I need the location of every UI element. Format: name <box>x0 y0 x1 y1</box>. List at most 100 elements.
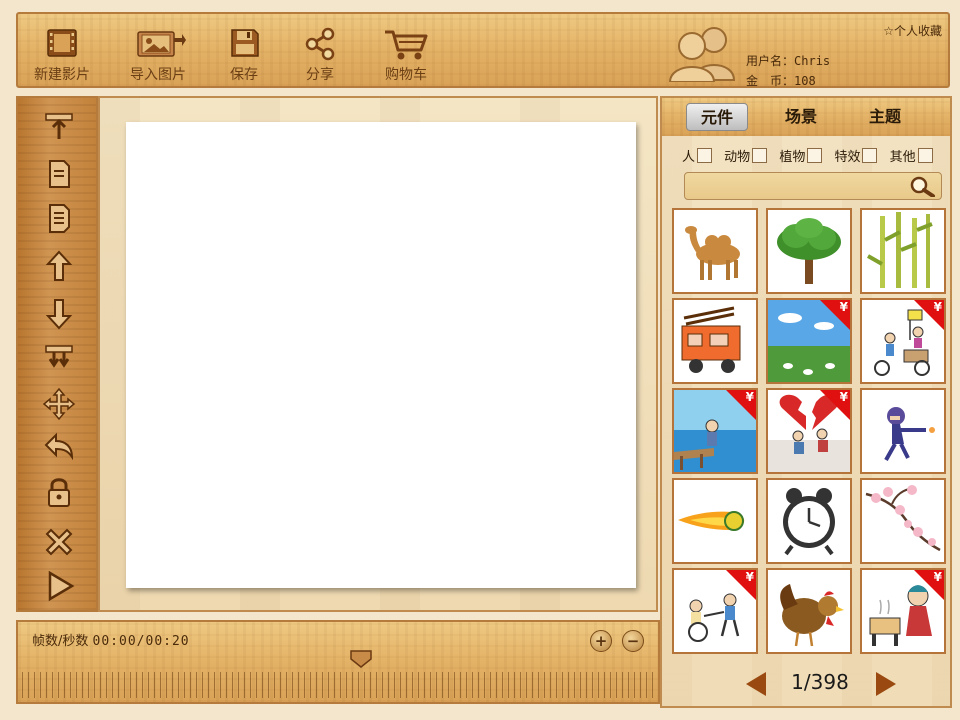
stage-canvas[interactable] <box>126 122 636 588</box>
arrow-up-icon <box>45 250 73 281</box>
import-image-button[interactable]: 导入图片 <box>118 24 198 90</box>
tab-scenes[interactable]: 场景 <box>770 103 832 131</box>
category-filters: 人 动物 植物 特效 其他 <box>682 146 941 165</box>
filter-checkbox[interactable] <box>807 148 823 163</box>
asset-broken-heart-scene[interactable]: ¥ <box>766 388 852 474</box>
asset-peach-blossom[interactable] <box>860 478 946 564</box>
arrow-down-icon <box>45 299 73 330</box>
next-page-icon[interactable] <box>874 670 898 698</box>
cart-label: 购物车 <box>385 67 427 83</box>
top-toolbar: 新建影片 导入图片 保存 分享 购物车 用户名：Chris 金 币：108 ☆个… <box>16 12 950 88</box>
page-indicator: 1/398 <box>791 670 849 694</box>
share-button[interactable]: 分享 <box>280 24 360 90</box>
zoom-in-button[interactable]: + <box>590 630 612 652</box>
username-value: Chris <box>794 54 831 68</box>
price-tag-label: ¥ <box>933 570 942 584</box>
search-input[interactable] <box>691 176 905 198</box>
stage-area <box>98 96 658 612</box>
zoom-out-button[interactable]: − <box>622 630 644 652</box>
price-tag-label: ¥ <box>933 300 942 314</box>
favorites-link[interactable]: ☆个人收藏 <box>883 22 942 39</box>
asset-panel: 元件 场景 主题 人 动物 植物 特效 其他 ¥ ¥ ¥ ¥ ¥ ¥ 1/398 <box>660 96 952 708</box>
asset-pier-scene[interactable]: ¥ <box>672 388 758 474</box>
move-down-button[interactable] <box>34 294 84 334</box>
import-image-label: 导入图片 <box>130 67 186 83</box>
minus-icon: − <box>626 632 640 650</box>
filter-label: 动物 <box>724 150 751 165</box>
alarm-clock-thumbnail <box>783 488 835 556</box>
fire-truck-thumbnail <box>681 306 741 373</box>
asset-grassland-scene[interactable]: ¥ <box>766 298 852 384</box>
asset-tree[interactable] <box>766 208 852 294</box>
price-tag-label: ¥ <box>839 300 848 314</box>
shopping-cart-icon <box>385 30 428 60</box>
bamboo-thumbnail <box>867 212 933 288</box>
left-toolbar <box>16 96 98 612</box>
filter-people[interactable]: 人 <box>682 146 713 165</box>
filter-effects[interactable]: 特效 <box>834 146 878 165</box>
layer-up-button[interactable] <box>34 154 84 194</box>
new-movie-label: 新建影片 <box>34 67 90 83</box>
lock-button[interactable] <box>34 472 84 512</box>
ninja-thumbnail <box>884 407 935 461</box>
bring-to-top-button[interactable] <box>34 106 84 146</box>
save-button[interactable]: 保存 <box>204 24 284 90</box>
coins-row: 金 币：108 <box>746 72 816 89</box>
asset-camel[interactable] <box>672 208 758 294</box>
move-arrows-icon <box>42 387 76 421</box>
layer-down-page-icon <box>49 204 70 233</box>
send-to-bottom-button[interactable] <box>34 338 84 378</box>
rooster-thumbnail <box>780 584 844 647</box>
move-button[interactable] <box>34 384 84 424</box>
undo-button[interactable] <box>34 428 84 468</box>
share-icon <box>305 27 335 61</box>
filter-animals[interactable]: 动物 <box>724 146 768 165</box>
asset-fireball[interactable] <box>672 478 758 564</box>
asset-rooster[interactable] <box>766 568 852 654</box>
asset-running-ninja[interactable] <box>860 388 946 474</box>
share-label: 分享 <box>306 67 334 83</box>
filter-label: 人 <box>682 150 696 165</box>
layer-down-button[interactable] <box>34 198 84 238</box>
cart-button[interactable]: 购物车 <box>366 24 446 90</box>
filter-checkbox[interactable] <box>752 148 768 163</box>
fps-label: 帧数/秒数 <box>32 634 89 649</box>
filter-label: 特效 <box>834 150 861 165</box>
timeline-ruler[interactable] <box>22 672 654 698</box>
search-icon[interactable] <box>907 175 937 197</box>
filter-checkbox[interactable] <box>917 148 933 163</box>
filter-label: 其他 <box>889 150 916 165</box>
timeline: 帧数/秒数 00:00/00:20 + − <box>16 620 660 704</box>
pagination: 1/398 <box>662 666 950 700</box>
asset-fire-truck[interactable] <box>672 298 758 384</box>
undo-arrow-icon <box>44 432 74 461</box>
new-movie-button[interactable]: 新建影片 <box>22 24 102 90</box>
play-button[interactable] <box>34 566 84 606</box>
asset-grid: ¥ ¥ ¥ ¥ ¥ ¥ <box>672 208 946 658</box>
asset-bamboo[interactable] <box>860 208 946 294</box>
filter-checkbox[interactable] <box>862 148 878 163</box>
bring-to-top-icon <box>45 113 73 139</box>
film-icon <box>47 29 77 57</box>
price-tag-label: ¥ <box>839 390 848 404</box>
asset-tricycle-riders[interactable]: ¥ <box>860 298 946 384</box>
tab-components[interactable]: 元件 <box>686 103 748 131</box>
filter-other[interactable]: 其他 <box>890 146 933 165</box>
prev-page-icon[interactable] <box>744 670 768 698</box>
plus-icon: + <box>594 632 608 650</box>
asset-wheelchair-kids[interactable]: ¥ <box>672 568 758 654</box>
total-time: 00:20 <box>145 634 190 649</box>
star-icon: ☆ <box>883 24 894 38</box>
asset-girl-at-stove[interactable]: ¥ <box>860 568 946 654</box>
coins-label: 金 币： <box>746 74 795 88</box>
playhead-handle[interactable] <box>350 650 372 668</box>
peach-blossom-thumbnail <box>865 485 941 552</box>
move-up-button[interactable] <box>34 246 84 286</box>
filter-plants[interactable]: 植物 <box>779 146 823 165</box>
tab-themes[interactable]: 主题 <box>854 103 916 131</box>
filter-checkbox[interactable] <box>697 148 713 163</box>
delete-button[interactable] <box>34 522 84 562</box>
price-tag-label: ¥ <box>745 570 754 584</box>
time-separator: / <box>136 634 146 649</box>
asset-alarm-clock[interactable] <box>766 478 852 564</box>
